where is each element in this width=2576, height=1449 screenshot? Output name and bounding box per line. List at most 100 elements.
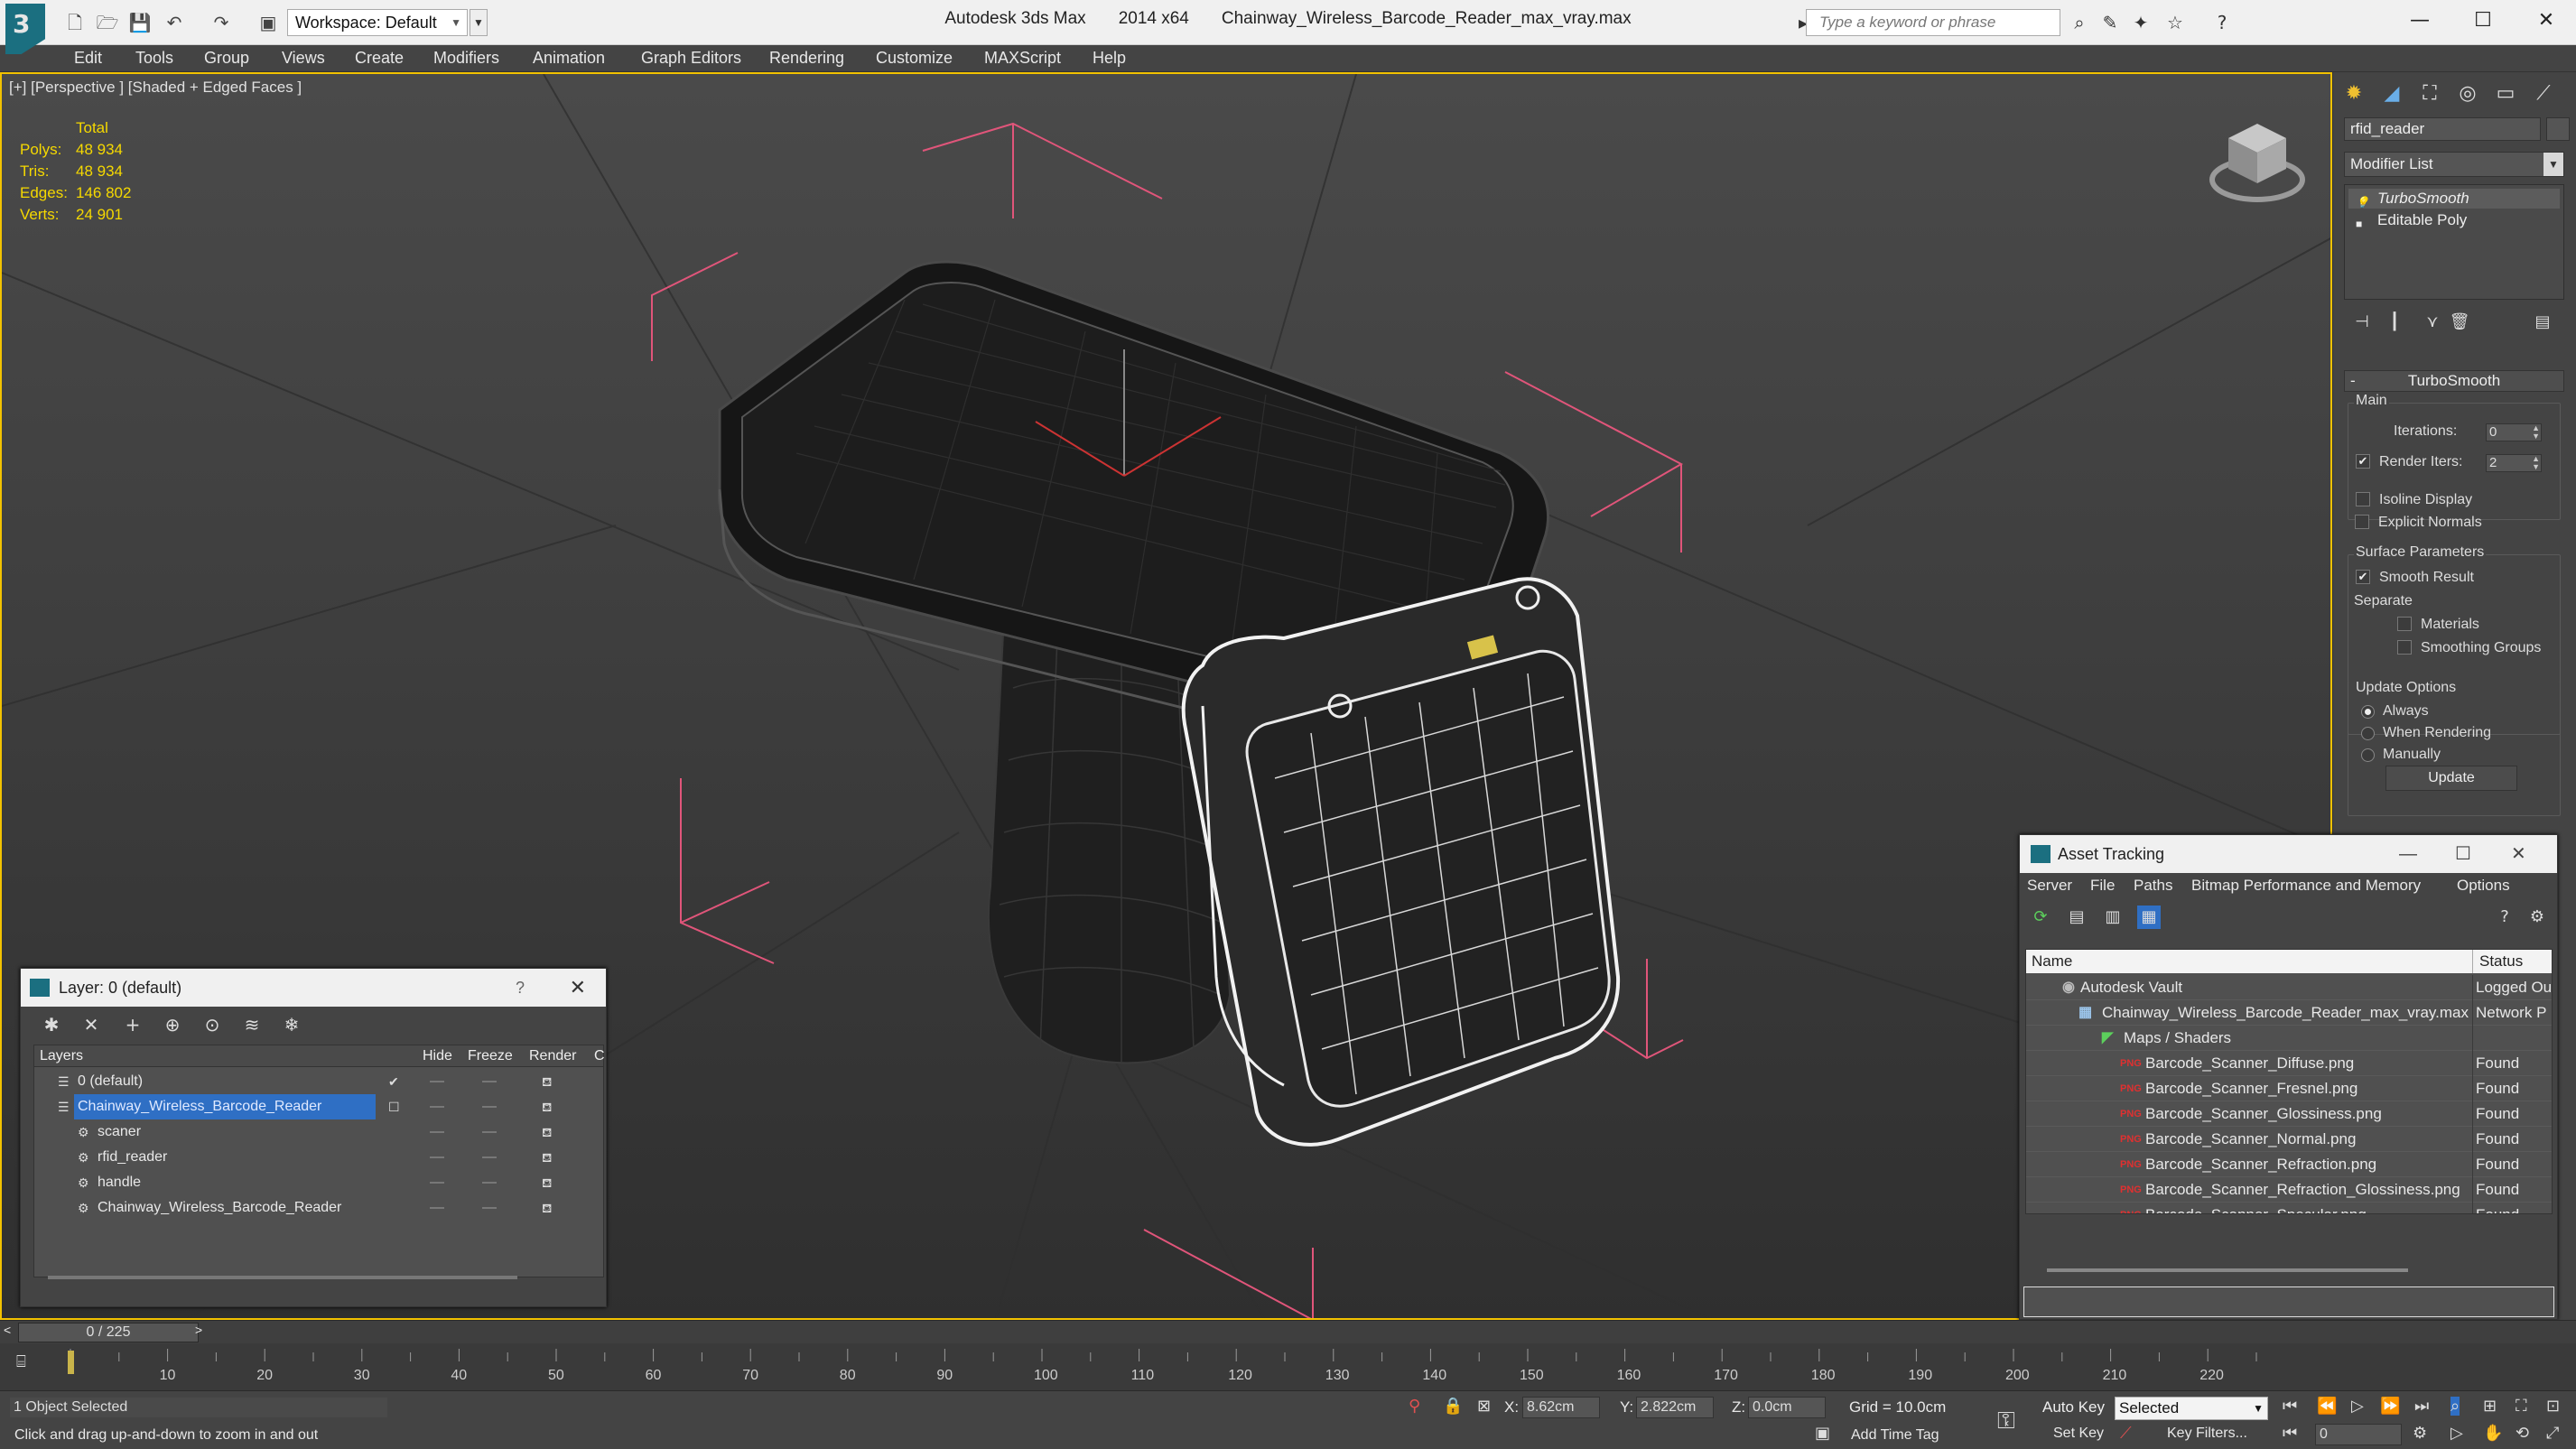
refresh-icon[interactable]: ⟳ bbox=[2029, 906, 2052, 929]
zoom-all-icon[interactable]: ⊞ bbox=[2483, 1397, 2497, 1416]
layer-row-selected[interactable]: ☰ Chainway_Wireless_Barcode_Reader ☐ ⛾ bbox=[34, 1094, 603, 1119]
spinner-arrows-icon[interactable]: ▲ ▼ bbox=[2532, 424, 2540, 441]
key-filters-button[interactable]: Key Filters... bbox=[2167, 1426, 2247, 1442]
horizontal-scrollbar[interactable] bbox=[48, 1276, 517, 1279]
hide-toggle[interactable] bbox=[430, 1156, 444, 1158]
orbit-icon[interactable]: ⟲ bbox=[2516, 1424, 2529, 1443]
hide-all-layers-icon[interactable]: ≋ bbox=[241, 1014, 263, 1036]
zoom-icon[interactable]: ⌕ bbox=[2450, 1397, 2460, 1416]
remove-modifier-icon[interactable]: 🗑 bbox=[2449, 312, 2470, 334]
undo-icon[interactable]: ↶ bbox=[163, 11, 186, 34]
menu-help[interactable]: Help bbox=[1093, 49, 1126, 68]
create-tab-icon[interactable]: ✹ bbox=[2339, 79, 2369, 108]
update-button[interactable]: Update bbox=[2385, 766, 2517, 791]
maximize-icon[interactable]: ☐ bbox=[2456, 5, 2510, 36]
close-icon[interactable]: ✕ bbox=[570, 969, 586, 1007]
freeze-toggle[interactable] bbox=[482, 1156, 497, 1158]
column-hide[interactable]: Hide bbox=[423, 1045, 452, 1067]
favorites-icon[interactable]: ☆ bbox=[2163, 11, 2187, 34]
subscription-icon[interactable]: ✦ bbox=[2129, 11, 2153, 34]
spinner-arrows-icon[interactable]: ▲ ▼ bbox=[2532, 455, 2540, 471]
menu-maxscript[interactable]: MAXScript bbox=[984, 49, 1061, 68]
menu-graph-editors[interactable]: Graph Editors bbox=[641, 49, 741, 68]
update-when-rendering-radio[interactable] bbox=[2361, 727, 2375, 740]
update-manually-radio[interactable] bbox=[2361, 748, 2375, 762]
play-icon[interactable]: ▷ bbox=[2351, 1397, 2364, 1416]
selection-lock-icon[interactable]: 🔒 bbox=[1443, 1397, 1463, 1416]
render-teapot-icon[interactable]: ⛾ bbox=[542, 1195, 552, 1221]
time-slider[interactable]: < 0 / 225 > bbox=[0, 1320, 2576, 1343]
freeze-toggle[interactable] bbox=[482, 1106, 497, 1108]
render-teapot-icon[interactable]: ⛾ bbox=[542, 1119, 552, 1145]
hide-toggle[interactable] bbox=[430, 1131, 444, 1133]
make-unique-icon[interactable]: ⋎ bbox=[2422, 312, 2443, 334]
expand-plus-icon[interactable]: ■ bbox=[2356, 214, 2367, 230]
layer-row[interactable]: ☰ 0 (default) ✔ ⛾ bbox=[34, 1069, 603, 1094]
create-layer-icon[interactable]: ✱ bbox=[41, 1014, 62, 1036]
help-icon[interactable]: ? bbox=[2493, 906, 2516, 929]
stack-item-editable-poly[interactable]: ■ Editable Poly bbox=[2348, 210, 2560, 230]
go-to-start-icon[interactable]: ⏮ bbox=[2283, 1397, 2297, 1416]
viewport-label[interactable]: [+] [Perspective ] [Shaded + Edged Faces… bbox=[9, 79, 302, 97]
stack-item-turbosmooth[interactable]: 💡 TurboSmooth bbox=[2348, 189, 2560, 209]
column-status[interactable]: Status bbox=[2479, 950, 2523, 973]
asset-row[interactable]: PNG Barcode_Scanner_Diffuse.png Found bbox=[2026, 1051, 2552, 1076]
table-view-icon[interactable]: ▦ bbox=[2137, 906, 2161, 929]
asset-row[interactable]: PNG Barcode_Scanner_Refraction_Glossiness… bbox=[2026, 1177, 2552, 1203]
go-to-end-icon[interactable]: ⏭ bbox=[2414, 1397, 2429, 1416]
column-layers[interactable]: Layers bbox=[40, 1045, 83, 1067]
update-always-radio[interactable] bbox=[2361, 705, 2375, 719]
column-freeze[interactable]: Freeze bbox=[468, 1045, 513, 1067]
column-separator[interactable] bbox=[2472, 950, 2473, 973]
pan-view-icon[interactable]: ✋ bbox=[2483, 1424, 2503, 1443]
menu-rendering[interactable]: Rendering bbox=[769, 49, 844, 68]
key-mode-toggle-icon[interactable]: ⏮ bbox=[2283, 1424, 2297, 1443]
menu-customize[interactable]: Customize bbox=[876, 49, 953, 68]
key-set-dropdown[interactable]: Selected ▼ bbox=[2115, 1397, 2268, 1420]
redo-icon[interactable]: ↷ bbox=[209, 11, 233, 34]
render-teapot-icon[interactable]: ⛾ bbox=[542, 1145, 552, 1170]
hierarchy-tab-icon[interactable]: ⛶ bbox=[2414, 79, 2445, 108]
open-file-icon[interactable]: 🗁 bbox=[96, 11, 119, 34]
next-key-icon[interactable]: ⏩ bbox=[2380, 1397, 2400, 1416]
previous-frame-icon[interactable]: < bbox=[4, 1323, 11, 1337]
freeze-toggle[interactable] bbox=[482, 1182, 497, 1184]
smooth-result-checkbox[interactable]: ✔ bbox=[2356, 570, 2370, 584]
explicit-normals-checkbox[interactable] bbox=[2355, 515, 2369, 529]
asset-menu-file[interactable]: File bbox=[2090, 877, 2115, 895]
highlight-selected-icon[interactable]: ⊙ bbox=[201, 1014, 223, 1036]
asset-window-titlebar[interactable]: Asset Tracking — ☐ ✕ bbox=[2020, 835, 2557, 873]
time-slider-thumb[interactable]: 0 / 225 bbox=[18, 1323, 199, 1342]
asset-row[interactable]: PNG Barcode_Scanner_Refraction.png Found bbox=[2026, 1152, 2552, 1177]
asset-row[interactable]: PNG Barcode_Scanner_Normal.png Found bbox=[2026, 1127, 2552, 1152]
object-name-field[interactable]: rfid_reader bbox=[2344, 117, 2541, 141]
asset-row[interactable]: PNGBarcode_Scanner_Specular.png Found bbox=[2026, 1203, 2552, 1213]
menu-views[interactable]: Views bbox=[282, 49, 325, 68]
menu-modifiers[interactable]: Modifiers bbox=[433, 49, 499, 68]
settings-icon[interactable]: ⚙ bbox=[2525, 906, 2549, 929]
hide-toggle[interactable] bbox=[430, 1081, 444, 1082]
workspace-dropdown[interactable]: Workspace: Default ▼ bbox=[287, 9, 468, 36]
time-configuration-icon[interactable]: ⚙ bbox=[2413, 1424, 2427, 1443]
minimize-icon[interactable]: — bbox=[2399, 835, 2417, 873]
object-row[interactable]: ⚙ handle ⛾ bbox=[34, 1170, 603, 1195]
asset-row[interactable]: PNG Barcode_Scanner_Glossiness.png Found bbox=[2026, 1101, 2552, 1127]
asset-row[interactable]: ▦ Chainway_Wireless_Barcode_Reader_max_vr… bbox=[2026, 1000, 2552, 1026]
modifier-list-dropdown[interactable]: Modifier List ▼ bbox=[2344, 152, 2564, 177]
next-frame-icon[interactable]: > bbox=[195, 1323, 202, 1337]
hide-toggle[interactable] bbox=[430, 1106, 444, 1108]
current-layer-check-icon[interactable]: ✔ bbox=[388, 1069, 399, 1094]
auto-key-button[interactable]: Auto Key bbox=[2042, 1397, 2109, 1420]
object-row[interactable]: ⚙ rfid_reader ⛾ bbox=[34, 1145, 603, 1170]
field-of-view-icon[interactable]: ▷ bbox=[2450, 1424, 2463, 1443]
minimize-icon[interactable]: — bbox=[2393, 5, 2447, 36]
lightbulb-icon[interactable]: 💡 bbox=[2356, 192, 2369, 209]
key-mode-icon[interactable]: ⟋ bbox=[2120, 1424, 2132, 1443]
column-render[interactable]: Render bbox=[529, 1045, 576, 1067]
show-end-result-icon[interactable]: ┃ bbox=[2384, 312, 2405, 334]
menu-create[interactable]: Create bbox=[355, 49, 404, 68]
configure-sets-icon[interactable]: ▤ bbox=[2532, 312, 2553, 334]
track-bar[interactable]: 10 20 30 40 50 60 70 80 90 100 110 120 130 140 150 160 1… bbox=[0, 1343, 2576, 1390]
pin-stack-icon[interactable]: ⊣ bbox=[2351, 312, 2373, 334]
asset-menu-bitmap-performance[interactable]: Bitmap Performance and Memory bbox=[2191, 877, 2421, 895]
